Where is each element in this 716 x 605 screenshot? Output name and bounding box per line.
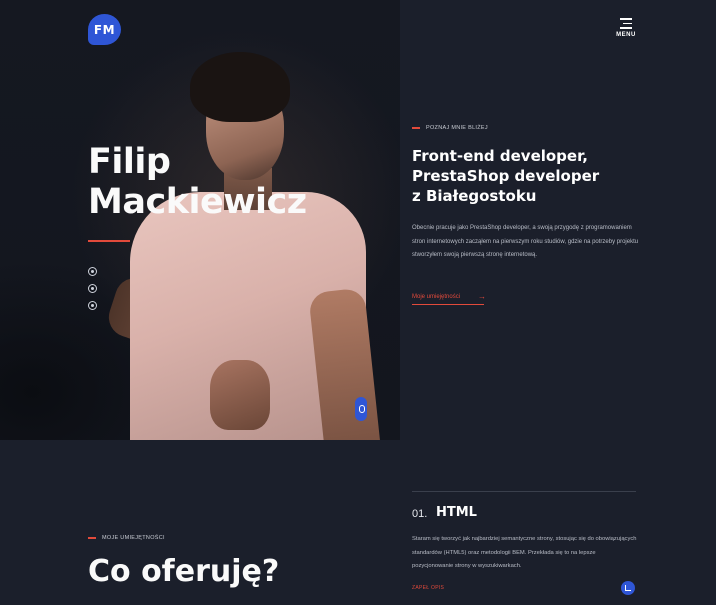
intro-title-line2: PrestaShop developer [412,167,600,185]
intro-title-line3: z Białegostoku [412,187,537,205]
eyebrow-dash [412,127,420,129]
intro-eyebrow: POZNAJ MNIE BLIŻEJ [412,125,488,131]
portrait [103,40,400,440]
hero-accent-line [88,240,130,242]
skills-eyebrow: MOJE UMIEJĘTNOŚCI [88,535,165,541]
hero-name-last: Mackiewicz [88,182,307,222]
skills-eyebrow-text: MOJE UMIEJĘTNOŚCI [102,535,165,541]
collapse-arrow-icon[interactable] [621,581,635,595]
logo[interactable]: FM [88,14,121,45]
skills-link[interactable]: Moje umiejętności → [412,292,486,305]
hero-name-first: Filip [88,142,171,182]
page: FM MENU Filip Mackiewicz POZNAJ MNIE BLI… [0,0,716,605]
intro-paragraph: Obecnie pracuje jako PrestaShop develope… [412,225,639,258]
card-number: 01. [412,508,428,520]
menu-label: MENU [616,31,636,38]
portrait-hand [210,360,270,430]
facebook-icon[interactable] [88,301,97,310]
portrait-hair [190,52,290,122]
scroll-down-icon[interactable] [355,397,367,421]
social-links [88,267,98,318]
intro-eyebrow-text: POZNAJ MNIE BLIŻEJ [426,125,488,131]
messenger-icon[interactable] [88,284,97,293]
eyebrow-dash [88,537,96,539]
arrow-right-icon: → [478,292,486,301]
intro-title: Front-end developer, PrestaShop develope… [412,146,672,206]
hero-name: Filip Mackiewicz [88,142,328,222]
skills-link-label: Moje umiejętności [412,294,461,300]
card-divider [412,491,636,492]
card-title: HTML [436,505,477,520]
card-description: Staram się tworzyć jak najbardziej seman… [412,536,637,569]
instagram-icon[interactable] [88,267,97,276]
intro-title-line1: Front-end developer, [412,147,588,165]
hamburger-icon [620,18,632,29]
card-collapse-link[interactable]: ZAPEŁ OPIS [412,585,444,591]
menu-button[interactable]: MENU [614,18,638,38]
skills-title: Co oferuję? [88,554,280,589]
